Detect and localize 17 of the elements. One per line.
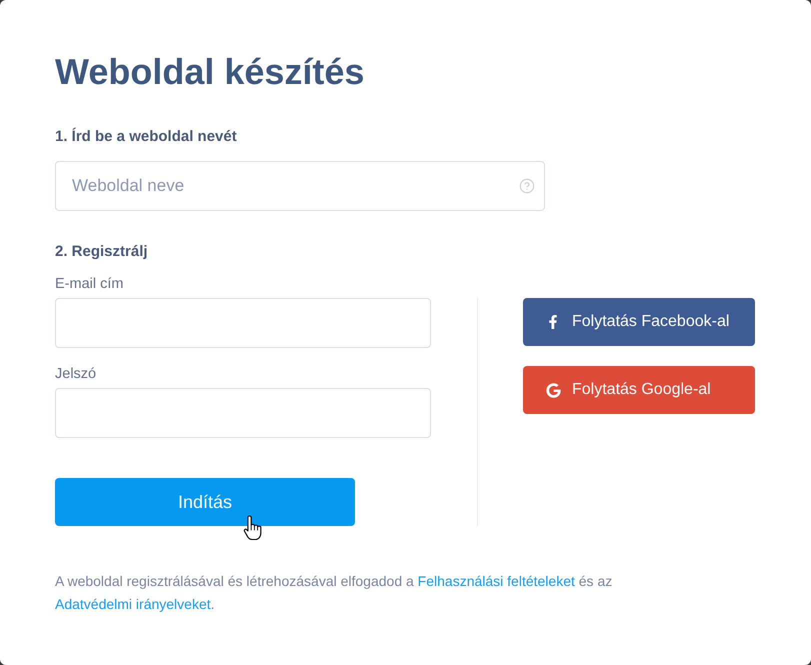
- input-field[interactable]: [55, 298, 431, 348]
- social-login-button[interactable]: Folytatás Google-al: [523, 366, 755, 414]
- google-icon: [546, 382, 560, 398]
- page-title: Weboldal készítés: [55, 50, 364, 94]
- hand-cursor-icon: [243, 515, 263, 541]
- site-name-field[interactable]: Weboldal neve: [55, 161, 545, 211]
- terms-link[interactable]: Felhasználási feltételeket: [418, 573, 575, 589]
- input-field[interactable]: [55, 388, 431, 438]
- terms-link[interactable]: Adatvédelmi irányelveket: [55, 596, 211, 612]
- field-label: E-mail cím: [55, 276, 124, 292]
- help-icon[interactable]: [519, 178, 535, 194]
- start-button[interactable]: Indítás: [55, 478, 355, 526]
- step-heading: 1. Írd be a weboldal nevét: [55, 128, 237, 146]
- terms-notice: A weboldal regisztrálásával és létrehozásával elfogadod a Felhasználási feltételeket és az Adatvédelmi irányelveket.: [55, 572, 614, 614]
- social-login-button[interactable]: Folytatás Facebook-al: [523, 298, 755, 346]
- field-label: Jelszó: [55, 366, 96, 382]
- step-heading: 2. Regisztrálj: [55, 243, 148, 261]
